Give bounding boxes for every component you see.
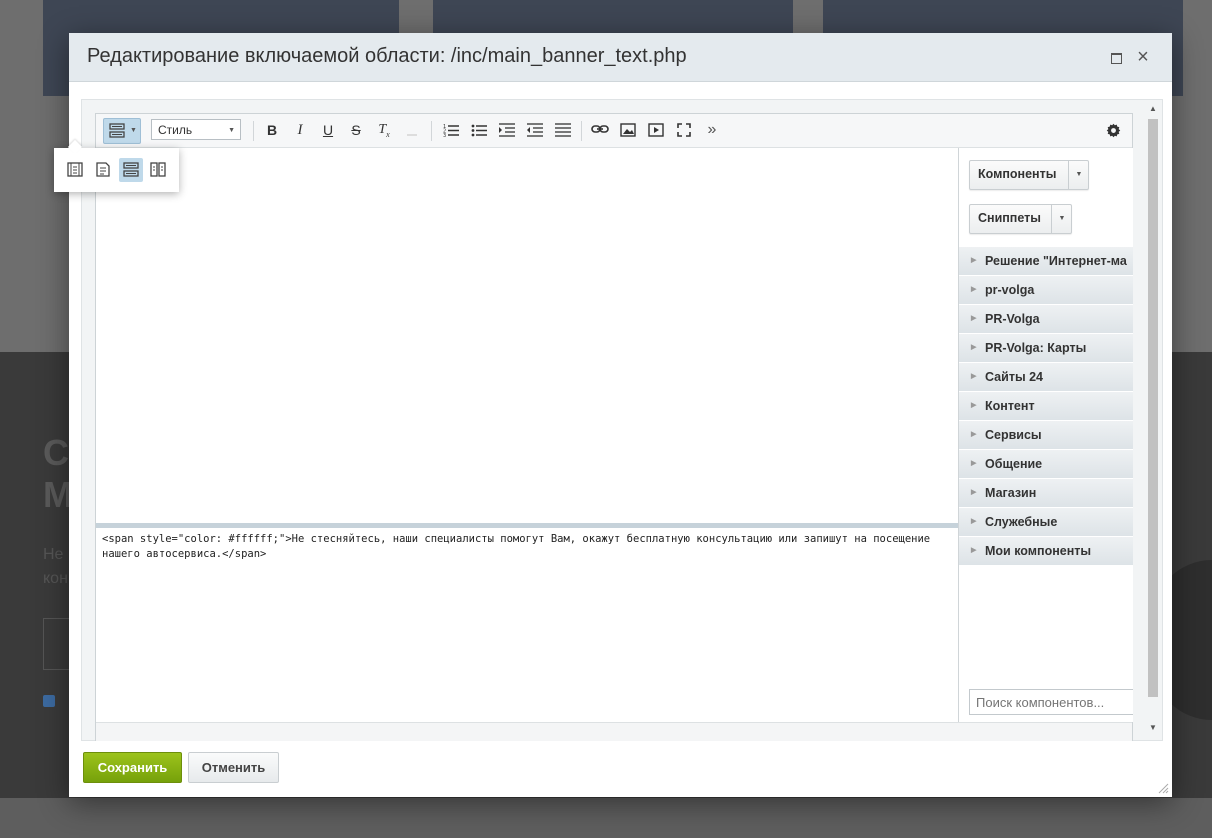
component-group-label: Служебные: [985, 515, 1058, 529]
background-heading: C: [43, 432, 69, 473]
scroll-up-arrow[interactable]: ▲: [1148, 104, 1158, 113]
component-group-label: Решение "Интернет-ма: [985, 254, 1127, 268]
more-icon[interactable]: »: [701, 120, 723, 140]
component-search-input[interactable]: [969, 689, 1133, 715]
expand-arrow-icon: ▶: [971, 460, 977, 467]
unordered-list-icon[interactable]: [468, 120, 490, 140]
svg-text:3: 3: [443, 133, 446, 137]
component-group-item[interactable]: ▶ Мои компоненты: [959, 537, 1133, 566]
component-group-item[interactable]: ▶ Сервисы: [959, 421, 1133, 450]
settings-gear-icon[interactable]: [1102, 120, 1124, 140]
view-mode-popup: [54, 139, 179, 192]
split-horizontal-icon[interactable]: [119, 158, 143, 182]
resize-grip-icon[interactable]: [1157, 782, 1169, 794]
expand-arrow-icon: ▶: [971, 489, 977, 496]
save-button[interactable]: Сохранить: [83, 752, 182, 783]
code-editor[interactable]: <span style="color: #ffffff;">Не стесняй…: [96, 528, 956, 726]
components-button[interactable]: Компоненты ▼: [969, 160, 1089, 190]
component-group-label: Мои компоненты: [985, 544, 1092, 558]
outdent-icon[interactable]: [524, 120, 546, 140]
html-editor: ▼ Стиль ▼ B I U S Tx 123 » <span style="…: [95, 113, 1133, 741]
fullscreen-icon[interactable]: [673, 120, 695, 140]
expand-arrow-icon: ▶: [971, 373, 977, 380]
component-group-item[interactable]: ▶ Общение: [959, 450, 1133, 479]
dialog-title: Редактирование включаемой области: /inc/…: [87, 45, 687, 67]
chevron-down-icon[interactable]: ▼: [1051, 205, 1072, 233]
component-group-label: pr-volga: [985, 283, 1035, 297]
split-horizontal-icon: [109, 123, 125, 138]
expand-arrow-icon: ▶: [971, 518, 977, 525]
toolbar-separator: [581, 121, 582, 141]
component-group-label: Общение: [985, 457, 1043, 471]
background-text: Не: [43, 546, 64, 563]
component-group-item[interactable]: ▶ Служебные: [959, 508, 1133, 537]
image-icon[interactable]: [617, 120, 639, 140]
maximize-icon[interactable]: [1107, 48, 1125, 66]
chevron-down-icon: ▼: [228, 127, 235, 134]
editor-statusbar: [96, 722, 1132, 741]
chevron-down-icon: ▼: [130, 127, 137, 134]
component-group-item[interactable]: ▶ Решение "Интернет-ма: [959, 247, 1133, 276]
expand-arrow-icon: ▶: [971, 344, 977, 351]
component-group-item[interactable]: ▶ Магазин: [959, 479, 1133, 508]
expand-arrow-icon: ▶: [971, 286, 977, 293]
style-select-label: Стиль: [158, 123, 193, 137]
background-checkbox: [43, 695, 55, 707]
snippets-button-label: Сниппеты: [978, 211, 1041, 225]
component-group-item[interactable]: ▶ PR-Volga: Карты: [959, 334, 1133, 363]
editor-toolbar: ▼ Стиль ▼ B I U S Tx 123 »: [96, 114, 1132, 148]
code-mode-icon[interactable]: [91, 158, 115, 182]
scrollbar-thumb[interactable]: [1148, 119, 1158, 697]
dialog-header: Редактирование включаемой области: /inc/…: [69, 33, 1172, 82]
component-group-item[interactable]: ▶ PR-Volga: [959, 305, 1133, 334]
remove-format-icon[interactable]: Tx: [373, 120, 395, 140]
components-button-label: Компоненты: [978, 167, 1057, 181]
expand-arrow-icon: ▶: [971, 257, 977, 264]
toolbar-separator: [253, 121, 254, 141]
italic-icon[interactable]: I: [289, 120, 311, 140]
chevron-down-icon[interactable]: ▼: [1068, 161, 1089, 189]
background-footer: [0, 798, 1212, 838]
component-group-label: Сайты 24: [985, 370, 1043, 384]
snippets-button[interactable]: Сниппеты ▼: [969, 204, 1072, 234]
text-color-icon[interactable]: [401, 120, 423, 140]
close-icon[interactable]: ×: [1134, 47, 1152, 67]
cancel-button[interactable]: Отменить: [188, 752, 279, 783]
view-mode-button[interactable]: ▼: [103, 118, 141, 144]
component-group-label: Контент: [985, 399, 1035, 413]
strikethrough-icon[interactable]: S: [345, 120, 367, 140]
component-group-label: Сервисы: [985, 428, 1042, 442]
expand-arrow-icon: ▶: [971, 315, 977, 322]
wysiwyg-area[interactable]: [96, 148, 958, 523]
bold-icon[interactable]: B: [261, 120, 283, 140]
split-vertical-icon[interactable]: [146, 158, 170, 182]
component-group-label: Магазин: [985, 486, 1037, 500]
component-group-label: PR-Volga: Карты: [985, 341, 1087, 355]
include-area-editor-dialog: Редактирование включаемой области: /inc/…: [69, 33, 1172, 797]
component-group-label: PR-Volga: [985, 312, 1040, 326]
component-groups: ▶ Решение "Интернет-ма ▶ pr-volga ▶ PR-Volga ▶…: [959, 247, 1133, 566]
component-group-item[interactable]: ▶ Контент: [959, 392, 1133, 421]
components-panel: Компоненты ▼ Сниппеты ▼ ▶ Решение "Интерн…: [958, 148, 1133, 722]
expand-arrow-icon: ▶: [971, 402, 977, 409]
component-group-item[interactable]: ▶ Сайты 24: [959, 363, 1133, 392]
underline-icon[interactable]: U: [317, 120, 339, 140]
align-justify-icon[interactable]: [552, 120, 574, 140]
video-icon[interactable]: [645, 120, 667, 140]
component-group-item[interactable]: ▶ pr-volga: [959, 276, 1133, 305]
dialog-body: ▲ ▼ ▼ Стиль ▼ B I U S Tx 1 2 3 » <span s…: [81, 99, 1163, 741]
background-text: кон: [43, 570, 68, 587]
style-select[interactable]: Стиль ▼: [151, 119, 241, 140]
expand-arrow-icon: ▶: [971, 547, 977, 554]
wysiwyg-mode-icon[interactable]: [63, 158, 87, 182]
expand-arrow-icon: ▶: [971, 431, 977, 438]
scroll-down-arrow[interactable]: ▼: [1148, 723, 1158, 732]
indent-icon[interactable]: [496, 120, 518, 140]
link-icon[interactable]: [589, 120, 611, 140]
ordered-list-icon[interactable]: 123: [440, 120, 462, 140]
toolbar-separator: [431, 121, 432, 141]
